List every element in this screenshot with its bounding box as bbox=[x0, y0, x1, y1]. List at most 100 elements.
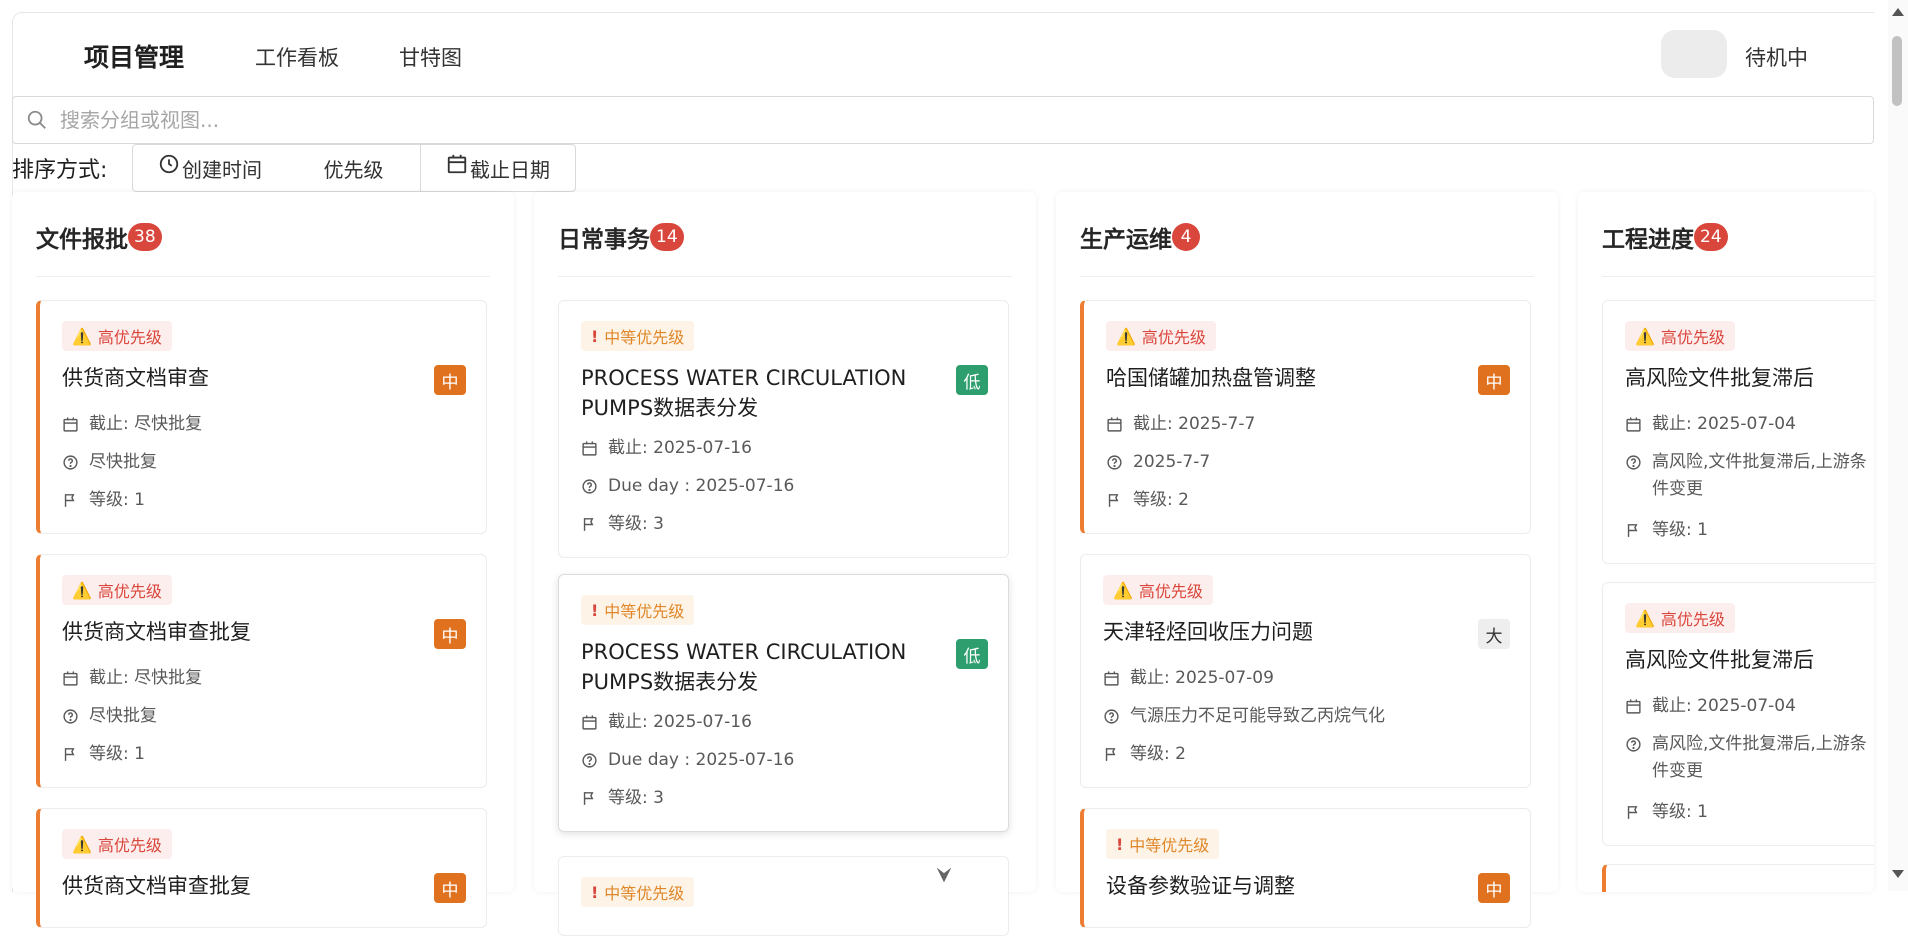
chevron-down-icon[interactable] bbox=[933, 864, 955, 886]
warning-icon: ⚠️ bbox=[72, 580, 92, 600]
priority-tag-label: 高优先级 bbox=[1141, 328, 1206, 347]
flag-icon bbox=[1627, 524, 1638, 537]
column-count-badge: 4 bbox=[1172, 223, 1200, 251]
calendar-icon bbox=[582, 441, 597, 456]
deadline-text: 截止: 2025-07-04 bbox=[1652, 414, 1796, 434]
task-card[interactable]: ! 中等优先级 设备参数验证与调整 中 bbox=[1080, 808, 1531, 928]
deadline-text: 截止: 2025-07-16 bbox=[608, 438, 752, 458]
brand-title: 项目管理 bbox=[84, 43, 185, 72]
card-deadline: 截止: 2025-07-16 bbox=[581, 709, 752, 736]
deadline-text: 截止: 2025-07-16 bbox=[608, 712, 752, 732]
sort-by-created-button[interactable]: 创建时间 bbox=[132, 144, 288, 192]
card-title: 供货商文档审查批复 bbox=[62, 874, 251, 898]
card-description: Due day : 2025-07-16 bbox=[581, 473, 794, 500]
level-text: 等级: 1 bbox=[1652, 802, 1708, 822]
description-text: 2025-7-7 bbox=[1133, 452, 1211, 472]
description-text: 气源压力不足可能导致乙丙烷气化 bbox=[1130, 706, 1385, 726]
question-circle-icon bbox=[582, 753, 597, 768]
question-circle-icon bbox=[1104, 709, 1119, 724]
card-title: 天津轻烃回收压力问题 bbox=[1103, 620, 1313, 644]
warning-icon: ⚠️ bbox=[72, 326, 92, 346]
column-count-badge: 14 bbox=[650, 223, 684, 251]
app-root: 项目管理 工作看板 甘特图 待机中 排序方式: 创建时间 优先级 截止日期 文件… bbox=[0, 0, 1908, 936]
card-description: Due day : 2025-07-16 bbox=[581, 747, 794, 774]
task-card[interactable]: ⚠️ 高优先级 天津轻烃回收压力问题 大 截止: 2025-07-09 气源压力不… bbox=[1080, 554, 1531, 788]
priority-tag-label: 中等优先级 bbox=[604, 602, 685, 621]
flag-icon bbox=[1627, 806, 1638, 819]
card-level: 等级: 2 bbox=[1103, 741, 1186, 768]
top-header: 项目管理 工作看板 甘特图 待机中 bbox=[12, 12, 1874, 96]
level-text: 等级: 1 bbox=[89, 744, 145, 764]
question-circle-icon bbox=[1626, 455, 1641, 470]
task-card[interactable]: ⚠️ 高优先级 高风险文件批复滞后 截止: 2025-07-04 高风险,文件批复… bbox=[1602, 582, 1874, 846]
card-deadline: 截止: 尽快批复 bbox=[62, 411, 202, 438]
priority-tag-label: 高优先级 bbox=[97, 328, 162, 347]
scroll-down-arrow-icon[interactable] bbox=[1892, 870, 1904, 878]
task-card[interactable]: ⚠️ 高优先级 供货商文档审查 中 截止: 尽快批复 尽快批复 等级: 1 bbox=[36, 300, 487, 534]
question-circle-icon bbox=[63, 455, 78, 470]
card-description: 气源压力不足可能导致乙丙烷气化 bbox=[1103, 703, 1385, 730]
priority-tag-label: 高优先级 bbox=[1660, 328, 1725, 347]
sort-by-priority-button[interactable]: 优先级 bbox=[287, 144, 421, 192]
card-title: PROCESS WATER CIRCULATION PUMPS数据表分发 bbox=[581, 637, 941, 697]
status-toggle[interactable] bbox=[1661, 30, 1727, 78]
size-badge: 大 bbox=[1478, 619, 1510, 649]
deadline-text: 截止: 尽快批复 bbox=[89, 414, 203, 434]
scroll-up-arrow-icon[interactable] bbox=[1892, 8, 1904, 16]
card-title: PROCESS WATER CIRCULATION PUMPS数据表分发 bbox=[581, 363, 941, 423]
card-title-line: PUMPS数据表分发 bbox=[581, 670, 759, 694]
exclamation-icon: ! bbox=[591, 882, 599, 902]
question-circle-icon bbox=[63, 709, 78, 724]
size-badge: 中 bbox=[1478, 365, 1510, 395]
card-level: 等级: 1 bbox=[62, 741, 145, 768]
page-scrollbar[interactable] bbox=[1888, 0, 1908, 891]
size-badge: 中 bbox=[1478, 873, 1510, 903]
warning-icon: ⚠️ bbox=[1116, 326, 1136, 346]
warning-icon: ⚠️ bbox=[1635, 608, 1655, 628]
task-card[interactable] bbox=[1602, 864, 1874, 892]
calendar-icon bbox=[582, 715, 597, 730]
warning-icon: ⚠️ bbox=[1635, 326, 1655, 346]
column-divider bbox=[558, 276, 1012, 277]
priority-tag: ⚠️ 高优先级 bbox=[1103, 575, 1213, 605]
priority-tag-label: 高优先级 bbox=[1660, 610, 1725, 629]
priority-tag: ⚠️ 高优先级 bbox=[1625, 321, 1735, 351]
search-input[interactable] bbox=[60, 108, 1760, 132]
priority-tag: ⚠️ 高优先级 bbox=[62, 321, 172, 351]
column-count-badge: 38 bbox=[128, 223, 162, 251]
card-level: 等级: 3 bbox=[581, 511, 664, 538]
nav-tab-kanban[interactable]: 工作看板 bbox=[255, 42, 339, 72]
card-deadline: 截止: 2025-7-7 bbox=[1106, 411, 1255, 438]
card-description: 高风险,文件批复滞后,上游条件变更 bbox=[1625, 731, 1874, 785]
card-title-line: PROCESS WATER CIRCULATION bbox=[581, 366, 907, 390]
card-title-line: PUMPS数据表分发 bbox=[581, 396, 759, 420]
kanban-column-production-ops: 生产运维 4 ⚠️ 高优先级 哈国储罐加热盘管调整 中 截止: 2025-7-7 … bbox=[1056, 192, 1558, 928]
task-card[interactable]: ! 中等优先级 PROCESS WATER CIRCULATION PUMPS数据表… bbox=[558, 300, 1009, 558]
priority-tag-label: 高优先级 bbox=[1138, 582, 1203, 601]
sort-by-deadline-button[interactable]: 截止日期 bbox=[420, 144, 576, 192]
kanban-column-file-approval: 文件报批 38 ⚠️ 高优先级 供货商文档审查 中 截止: 尽快批复 尽快批复 等… bbox=[12, 192, 514, 928]
kanban-column-engineering-progress: 工程进度 24 ⚠️ 高优先级 高风险文件批复滞后 截止: 2025-07-04 … bbox=[1578, 192, 1874, 892]
exclamation-icon: ! bbox=[1116, 834, 1124, 854]
flag-icon bbox=[64, 494, 75, 507]
card-title: 设备参数验证与调整 bbox=[1106, 874, 1295, 898]
card-deadline: 截止: 2025-07-09 bbox=[1103, 665, 1274, 692]
card-level: 等级: 2 bbox=[1106, 487, 1189, 514]
task-card[interactable]: ! 中等优先级 PROCESS WATER CIRCULATION PUMPS数据表… bbox=[558, 574, 1009, 832]
exclamation-icon: ! bbox=[591, 326, 599, 346]
flag-icon bbox=[1108, 494, 1119, 507]
task-card[interactable]: ⚠️ 高优先级 供货商文档审查批复 中 bbox=[36, 808, 487, 928]
size-badge: 低 bbox=[956, 365, 988, 395]
priority-tag: ! 中等优先级 bbox=[581, 595, 695, 625]
scrollbar-thumb[interactable] bbox=[1892, 36, 1902, 106]
column-header: 生产运维 4 bbox=[1080, 220, 1200, 254]
column-divider bbox=[1080, 276, 1534, 277]
kanban-column-daily-affairs: 日常事务 14 ! 中等优先级 PROCESS WATER CIRCULATION… bbox=[534, 192, 1036, 936]
task-card[interactable]: ⚠️ 高优先级 供货商文档审查批复 中 截止: 尽快批复 尽快批复 等级: 1 bbox=[36, 554, 487, 788]
card-description: 2025-7-7 bbox=[1106, 449, 1210, 476]
task-card[interactable]: ⚠️ 高优先级 哈国储罐加热盘管调整 中 截止: 2025-7-7 2025-7-… bbox=[1080, 300, 1531, 534]
nav-tab-gantt[interactable]: 甘特图 bbox=[399, 42, 462, 72]
task-card[interactable]: ⚠️ 高优先级 高风险文件批复滞后 截止: 2025-07-04 高风险,文件批复… bbox=[1602, 300, 1874, 564]
card-title: 高风险文件批复滞后 bbox=[1625, 648, 1814, 672]
card-title: 供货商文档审查批复 bbox=[62, 620, 251, 644]
